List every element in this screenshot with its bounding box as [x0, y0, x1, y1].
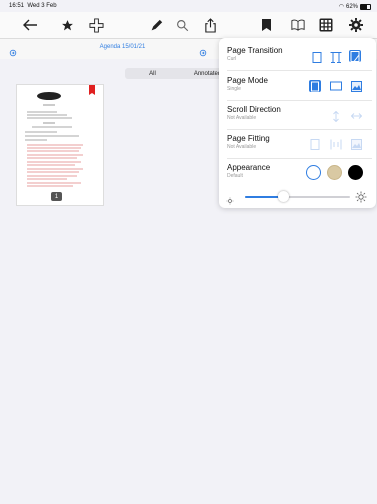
appearance-default-swatch[interactable]	[306, 165, 321, 180]
separator	[227, 158, 372, 159]
back-arrow-icon[interactable]	[20, 16, 40, 34]
brightness-slider[interactable]	[245, 196, 350, 198]
fit-page-icon	[309, 138, 321, 150]
appearance-night-swatch[interactable]	[348, 165, 363, 180]
fit-width-icon	[330, 138, 342, 150]
bookmark-icon[interactable]	[256, 16, 276, 34]
status-right: ◠ 62%	[339, 3, 371, 10]
scroll-horizontal-icon	[350, 110, 362, 122]
grid-icon[interactable]	[316, 16, 336, 34]
star-icon[interactable]	[57, 16, 77, 34]
mode-image-icon[interactable]	[350, 80, 362, 92]
scroll-vertical-icon	[330, 110, 342, 122]
mode-single-icon[interactable]	[309, 80, 321, 92]
separator	[227, 100, 372, 101]
status-time: 16:51 Wed 3 Feb	[9, 3, 57, 9]
gear-icon[interactable]	[346, 16, 366, 34]
mode-landscape-icon[interactable]	[330, 80, 342, 92]
document-title: Agenda 15/01/21	[99, 44, 146, 50]
battery-icon	[360, 3, 371, 10]
appearance-sepia-swatch[interactable]	[327, 165, 342, 180]
sync-icon[interactable]	[9, 44, 17, 62]
brightness-high-icon	[355, 190, 367, 208]
separator	[227, 129, 372, 130]
transition-slide-icon[interactable]	[311, 51, 323, 63]
page-thumbnail-content	[25, 85, 95, 187]
move-icon[interactable]	[86, 16, 106, 34]
pen-icon[interactable]	[146, 16, 166, 34]
sync-icon-right[interactable]	[199, 44, 207, 62]
share-icon[interactable]	[200, 16, 220, 34]
tab-all[interactable]: All	[125, 68, 180, 79]
book-icon[interactable]	[288, 16, 308, 34]
settings-panel: Page Transition Curl Page Mode Single Sc…	[219, 38, 376, 208]
page-number-badge: 1	[51, 192, 62, 201]
fit-image-icon	[350, 138, 362, 150]
separator	[227, 70, 372, 71]
battery-text: 62%	[345, 3, 358, 10]
wifi-icon: ◠	[338, 4, 344, 10]
transition-curl-icon[interactable]	[349, 50, 361, 62]
brightness-low-icon	[226, 192, 234, 210]
transition-book-icon[interactable]	[330, 51, 342, 63]
page-thumbnail[interactable]	[16, 84, 104, 206]
status-bar: 16:51 Wed 3 Feb ◠ 62%	[0, 0, 377, 12]
search-icon[interactable]	[172, 16, 192, 34]
